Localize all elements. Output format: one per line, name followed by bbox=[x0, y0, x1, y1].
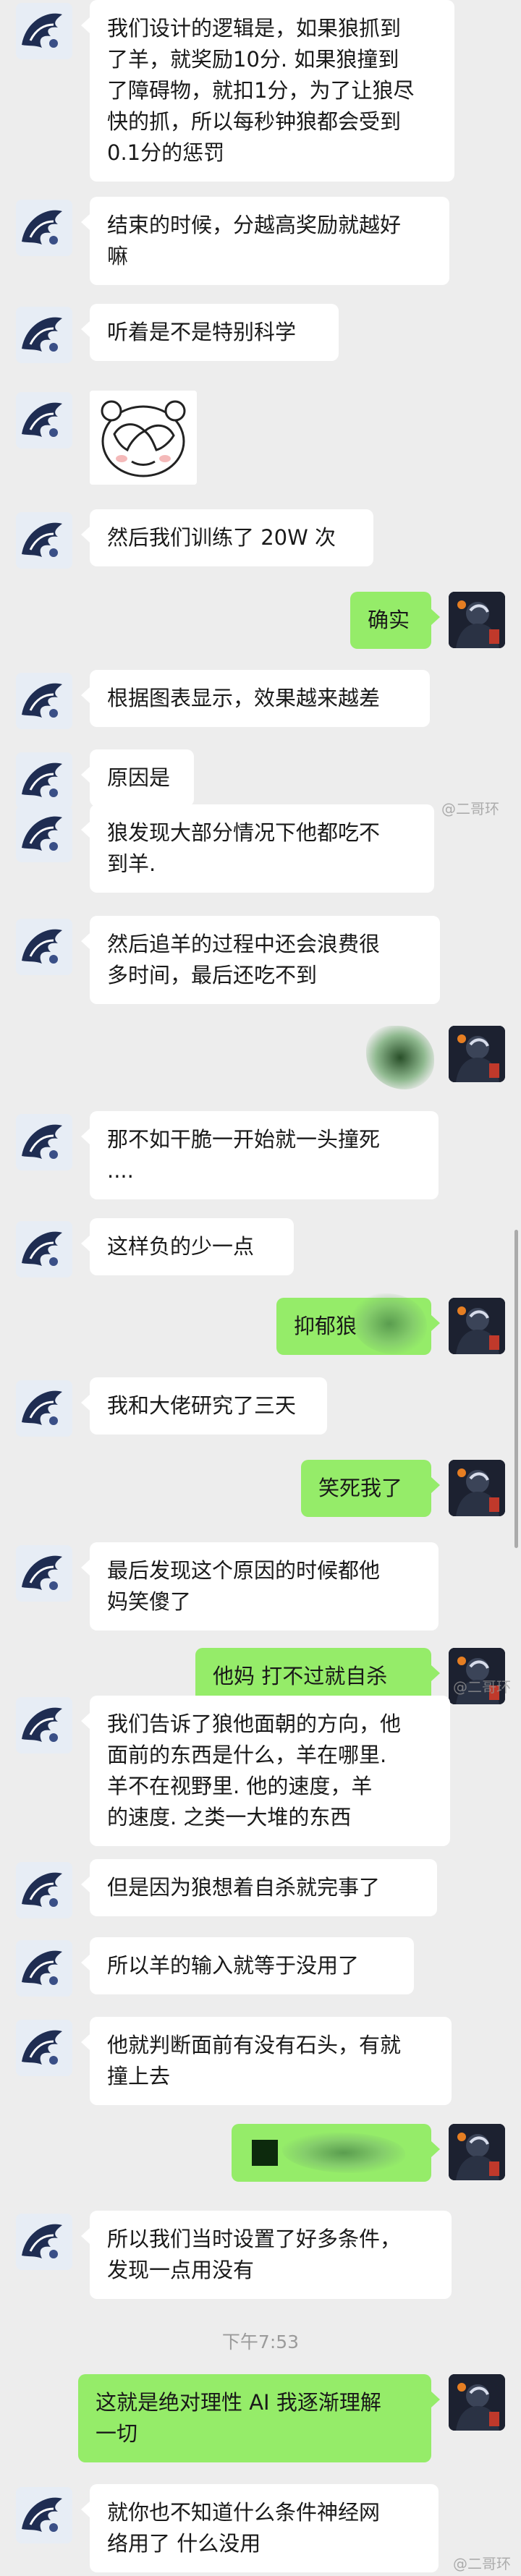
user-avatar[interactable] bbox=[449, 1026, 505, 1082]
redacted-block bbox=[252, 2140, 278, 2166]
chat-window: 我们设计的逻辑是，如果狼抓到 了羊，就奖励10分. 如果狼撞到 了障碍物，就扣1… bbox=[0, 0, 521, 2576]
message-line: 那不如干脆一开始就一头撞死 bbox=[107, 1127, 381, 1152]
message-line: 面前的东西是什么，羊在哪里. bbox=[107, 1743, 387, 1767]
message-line: 但是因为狼想着自杀就完事了 bbox=[107, 1875, 381, 1900]
message-bubble[interactable]: 最后发现这个原因的时候都他 妈笑傻了 bbox=[81, 1542, 439, 1631]
time-divider: 下午7:53 bbox=[221, 2331, 300, 2352]
message-bubble[interactable]: 他就判断面前有没有石头，有就 撞上去 bbox=[81, 2017, 452, 2105]
message-line: 所以羊的输入就等于没用了 bbox=[107, 1953, 360, 1978]
message-line: 根据图表显示，效果越来越差 bbox=[107, 686, 381, 710]
message-line: 就你也不知道什么条件神经网 bbox=[107, 2500, 381, 2525]
message-line: 了障碍物，就扣1分，为了让狼尽 bbox=[107, 78, 415, 103]
message-line: 到羊. bbox=[107, 851, 156, 876]
message-bubble[interactable]: 但是因为狼想着自杀就完事了 bbox=[81, 1859, 437, 1916]
message-bubble[interactable]: 原因是 bbox=[81, 749, 194, 807]
contact-avatar[interactable] bbox=[16, 200, 72, 256]
contact-avatar[interactable] bbox=[16, 1545, 72, 1602]
message-line: .... bbox=[107, 1158, 134, 1183]
contact-avatar[interactable] bbox=[16, 512, 72, 569]
contact-avatar[interactable] bbox=[16, 752, 72, 809]
message-line: 多时间，最后还吃不到 bbox=[107, 963, 318, 987]
message-bubble[interactable]: 笑死我了 bbox=[301, 1460, 440, 1517]
user-avatar[interactable] bbox=[449, 592, 505, 648]
message-bubble[interactable]: 然后追羊的过程中还会浪费很 多时间，最后还吃不到 bbox=[81, 916, 440, 1004]
contact-avatar[interactable] bbox=[16, 919, 72, 975]
contact-avatar[interactable] bbox=[16, 392, 72, 449]
contact-avatar[interactable] bbox=[16, 673, 72, 729]
message-bubble[interactable]: 根据图表显示，效果越来越差 bbox=[81, 670, 430, 727]
message-line: 我和大佬研究了三天 bbox=[107, 1393, 297, 1418]
contact-avatar[interactable] bbox=[16, 806, 72, 862]
user-avatar[interactable] bbox=[449, 1460, 505, 1516]
message-bubble[interactable]: 这就是绝对理性 AI 我逐渐理解 一切 bbox=[78, 2374, 440, 2462]
message-line: 然后我们训练了 20W 次 bbox=[107, 525, 336, 550]
user-avatar[interactable] bbox=[449, 2124, 505, 2180]
message-line: 然后追羊的过程中还会浪费很 bbox=[107, 932, 381, 956]
contact-avatar[interactable] bbox=[16, 2214, 72, 2270]
message-line: 笑死我了 bbox=[318, 1476, 403, 1500]
message-bubble[interactable]: 然后我们训练了 20W 次 bbox=[81, 509, 373, 566]
message-line: 妈笑傻了 bbox=[107, 1589, 192, 1614]
blurred-text bbox=[282, 2133, 405, 2173]
watermark: @二哥环 bbox=[453, 2555, 511, 2572]
contact-avatar[interactable] bbox=[16, 1940, 72, 1997]
message-line: 确实 bbox=[368, 608, 410, 632]
message-line: 的速度. 之类一大堆的东西 bbox=[107, 1805, 352, 1829]
message-line: 这就是绝对理性 AI 我逐渐理解 bbox=[96, 2390, 381, 2415]
contact-avatar[interactable] bbox=[16, 1114, 72, 1170]
message-line: 他就判断面前有没有石头，有就 bbox=[107, 2033, 402, 2057]
message-line: 所以我们当时设置了好多条件， bbox=[107, 2227, 402, 2251]
message-bubble[interactable]: 结束的时候，分越高奖励就越好 嘛 bbox=[81, 197, 449, 285]
message-line: 嘛 bbox=[107, 244, 129, 268]
contact-avatar[interactable] bbox=[16, 2487, 72, 2543]
message-line: 0.1分的惩罚 bbox=[107, 140, 225, 165]
message-line: 撞上去 bbox=[107, 2064, 171, 2088]
facepalm-sticker[interactable] bbox=[90, 391, 197, 485]
message-line: 结束的时候，分越高奖励就越好 bbox=[107, 213, 402, 237]
user-avatar[interactable] bbox=[449, 2374, 505, 2431]
contact-avatar[interactable] bbox=[16, 307, 72, 363]
message-bubble[interactable]: 我们告诉了狼他面朝的方向，他 面前的东西是什么，羊在哪里. 羊不在视野里. 他的… bbox=[81, 1696, 450, 1846]
redacted-bubble[interactable] bbox=[232, 2124, 440, 2182]
message-line: 快的抓，所以每秒钟狼都会受到 bbox=[107, 109, 402, 134]
watermark: @二哥环 bbox=[441, 800, 499, 817]
message-line: 最后发现这个原因的时候都他 bbox=[107, 1558, 381, 1583]
message-bubble[interactable]: 就你也不知道什么条件神经网 络用了 什么没用 bbox=[81, 2484, 439, 2572]
message-bubble[interactable]: 我和大佬研究了三天 bbox=[81, 1377, 327, 1434]
contact-avatar[interactable] bbox=[16, 1697, 72, 1754]
message-line: 络用了 什么没用 bbox=[107, 2531, 261, 2556]
blurred-image[interactable] bbox=[366, 1026, 434, 1089]
message-line: 一切 bbox=[96, 2421, 138, 2446]
message-bubble[interactable]: 听着是不是特别科学 bbox=[81, 304, 339, 361]
message-line: 他妈 打不过就自杀 bbox=[213, 1664, 388, 1688]
message-bubble[interactable]: 那不如干脆一开始就一头撞死 .... bbox=[81, 1111, 439, 1199]
message-line: 听着是不是特别科学 bbox=[107, 320, 297, 344]
message-bubble[interactable]: 所以羊的输入就等于没用了 bbox=[81, 1937, 414, 1994]
message-bubble[interactable]: 确实 bbox=[350, 592, 440, 649]
user-avatar[interactable] bbox=[449, 1298, 505, 1354]
message-line: 这样负的少一点 bbox=[107, 1234, 255, 1259]
message-line: 发现一点用没有 bbox=[107, 2258, 255, 2282]
contact-avatar[interactable] bbox=[16, 2020, 72, 2076]
message-line: 我们告诉了狼他面朝的方向，他 bbox=[107, 1712, 402, 1736]
message-bubble[interactable]: 狼发现大部分情况下他都吃不 到羊. bbox=[81, 804, 434, 893]
contact-avatar[interactable] bbox=[16, 1380, 72, 1437]
watermark: @二哥环 bbox=[453, 1678, 511, 1696]
message-line: 原因是 bbox=[107, 765, 171, 790]
contact-avatar[interactable] bbox=[16, 1221, 72, 1278]
message-bubble[interactable]: 我们设计的逻辑是，如果狼抓到 了羊，就奖励10分. 如果狼撞到 了障碍物，就扣1… bbox=[81, 0, 454, 182]
message-bubble[interactable]: 这样负的少一点 bbox=[81, 1218, 294, 1275]
scrollbar[interactable] bbox=[514, 1230, 518, 1548]
message-line: 羊不在视野里. 他的速度，羊 bbox=[107, 1774, 373, 1798]
message-bubble[interactable]: 所以我们当时设置了好多条件， 发现一点用没有 bbox=[81, 2211, 452, 2299]
message-line: 了羊，就奖励10分. 如果狼撞到 bbox=[107, 47, 399, 72]
contact-avatar[interactable] bbox=[16, 3, 72, 59]
message-line: 我们设计的逻辑是，如果狼抓到 bbox=[107, 16, 402, 41]
contact-avatar[interactable] bbox=[16, 1862, 72, 1918]
message-line: 狼发现大部分情况下他都吃不 bbox=[107, 820, 381, 845]
